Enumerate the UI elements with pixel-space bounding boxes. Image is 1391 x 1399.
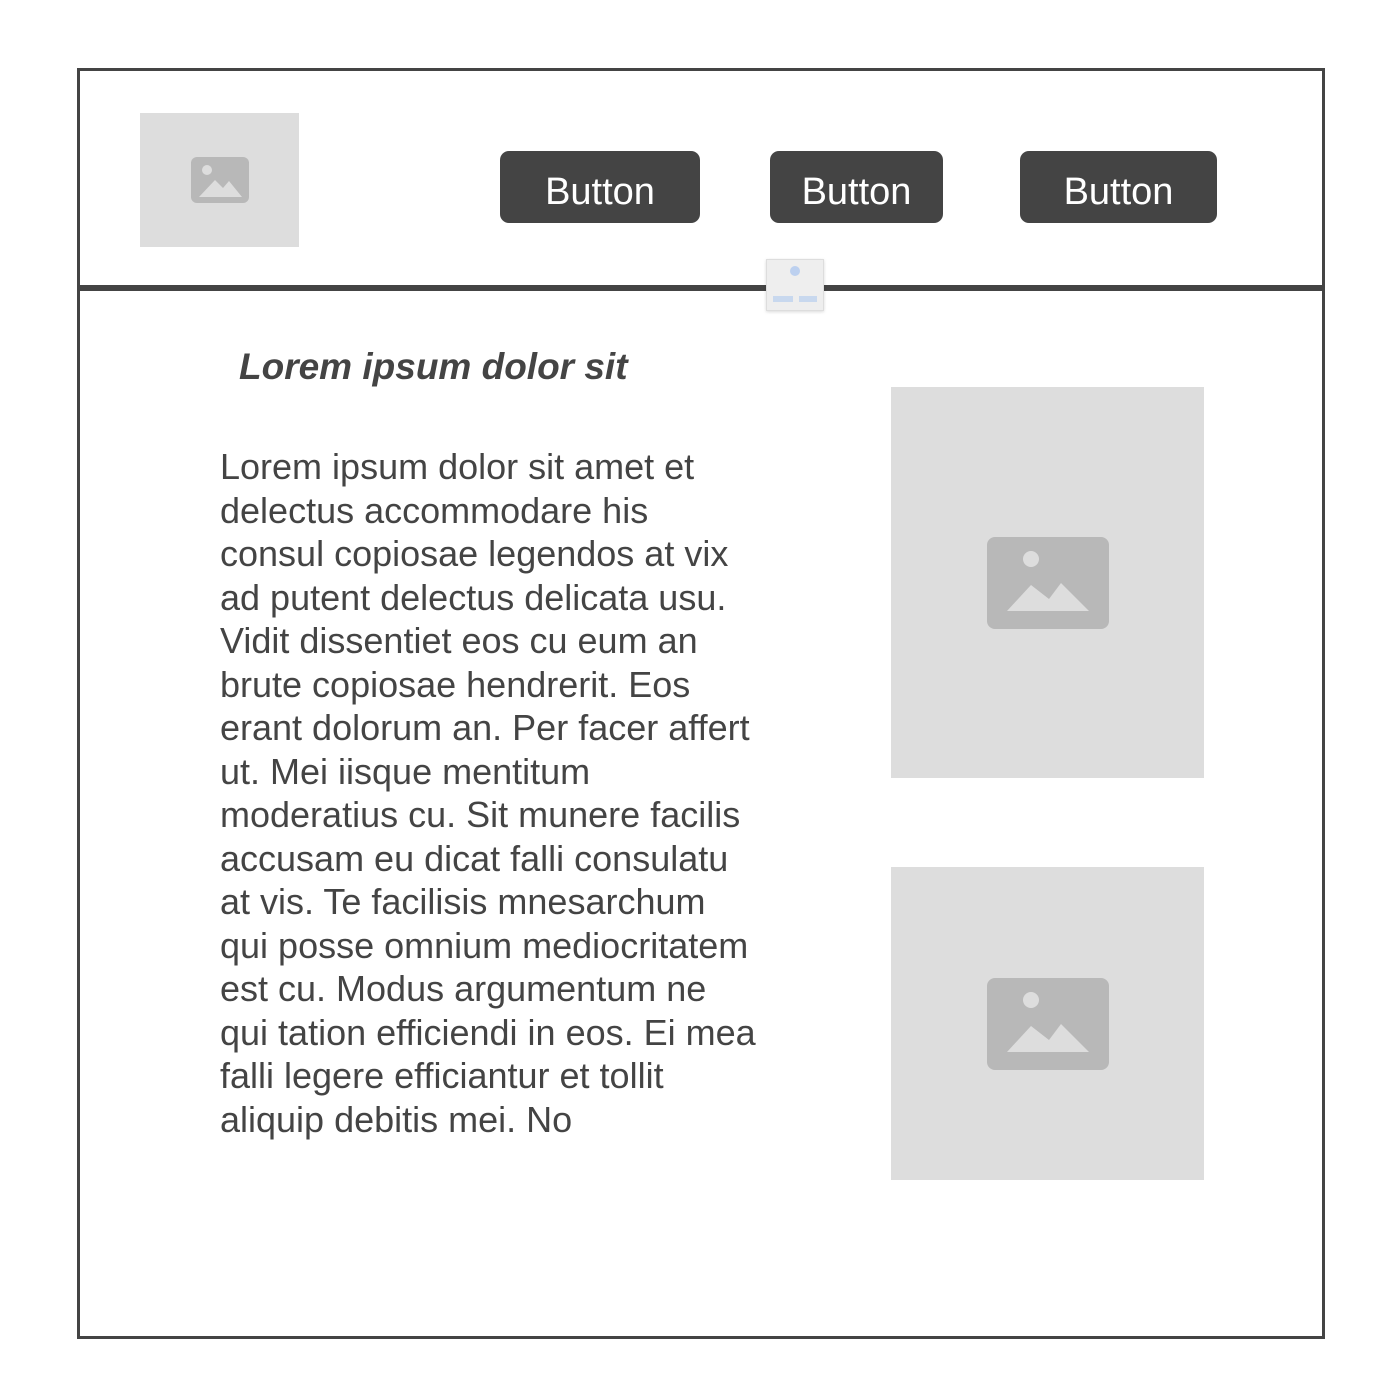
header-button-1[interactable]: Button [500,151,700,223]
content-image-2 [891,867,1204,1180]
drag-preview-thumbnail[interactable] [766,259,824,311]
header-button-2[interactable]: Button [770,151,943,223]
image-placeholder-icon [986,977,1109,1070]
thumbnail-dot-icon [790,266,800,276]
content-image-1 [891,387,1204,778]
image-placeholder-icon [986,536,1109,629]
content-heading: Lorem ipsum dolor sit [239,346,628,387]
logo-image [140,113,299,247]
content-body-text: Lorem ipsum dolor sit amet et delectus a… [220,446,756,1140]
thumbnail-bar [773,296,793,302]
header-button-3[interactable]: Button [1020,151,1217,223]
image-placeholder-icon [190,157,249,203]
header-divider [80,285,1322,291]
header: Button Button Button [80,71,1322,285]
thumbnail-bar [799,296,817,302]
page-frame: Button Button Button Lorem ipsum dolor s… [77,68,1325,1339]
